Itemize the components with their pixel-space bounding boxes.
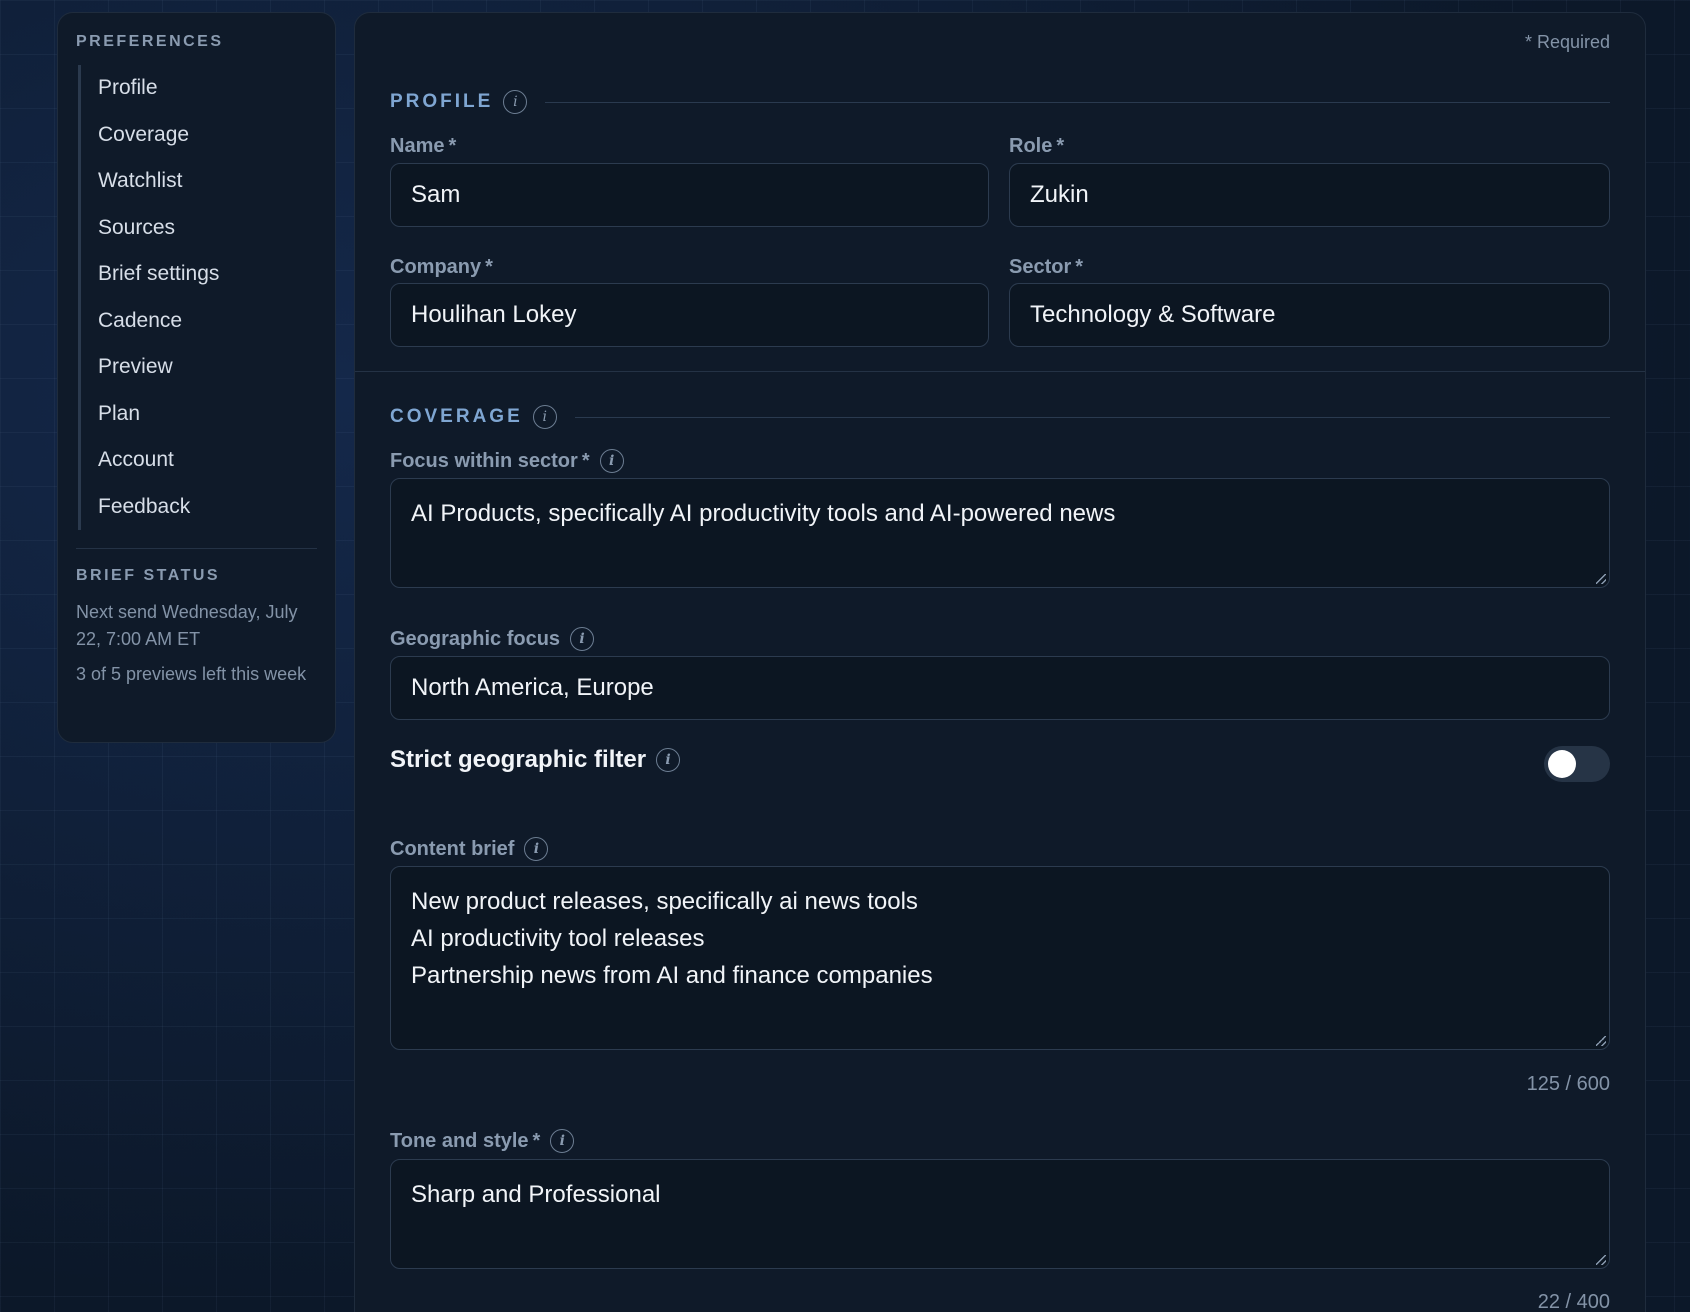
name-input[interactable]: Sam <box>390 163 989 227</box>
geo-input[interactable]: North America, Europe <box>390 656 1610 720</box>
company-label-text: Company <box>390 256 482 278</box>
coverage-section-title: COVERAGE <box>390 406 523 427</box>
sidebar-item-cadence[interactable]: Cadence <box>98 298 317 345</box>
info-icon[interactable]: i <box>524 837 549 861</box>
brief-status-heading: BRIEF STATUS <box>76 567 221 584</box>
sidebar-item-feedback[interactable]: Feedback <box>98 484 317 531</box>
coverage-section-header: COVERAGE i <box>390 405 1610 429</box>
resize-handle-icon[interactable] <box>1596 1255 1606 1265</box>
sector-value: Technology & Software <box>1030 301 1276 328</box>
info-icon[interactable]: i <box>550 1129 575 1153</box>
focus-label-text: Focus within sector <box>390 449 578 472</box>
tone-label-text: Tone and style <box>390 1129 529 1152</box>
required-marker: * <box>1075 256 1084 278</box>
info-icon[interactable]: i <box>503 90 528 114</box>
company-input[interactable]: Houlihan Lokey <box>390 283 989 347</box>
tone-value: Sharp and Professional <box>411 1181 661 1208</box>
strict-filter-text: Strict geographic filter <box>390 746 647 773</box>
brief-line: New product releases, specifically ai ne… <box>411 888 918 915</box>
geo-label: Geographic focus i <box>390 627 595 651</box>
next-send-status: Next send Wednesday, July 22, 7:00 AM ET <box>76 602 298 649</box>
sidebar-item-watchlist[interactable]: Watchlist <box>98 158 317 205</box>
brief-line: Partnership news from AI and finance com… <box>411 962 933 989</box>
resize-handle-icon[interactable] <box>1596 1036 1606 1046</box>
required-marker: * <box>448 135 457 157</box>
content-brief-text: Content brief <box>390 837 515 860</box>
sector-label: Sector * <box>1009 256 1083 279</box>
role-value: Zukin <box>1030 181 1089 208</box>
section-divider-line <box>545 101 1610 103</box>
strict-filter-label: Strict geographic filter i <box>390 746 681 774</box>
role-label-text: Role <box>1009 135 1053 157</box>
content-brief-textarea[interactable]: New product releases, specifically ai ne… <box>390 866 1610 1050</box>
focus-value: AI Products, specifically AI productivit… <box>411 500 1116 527</box>
name-label-text: Name <box>390 135 445 157</box>
sidebar-item-preview[interactable]: Preview <box>98 344 317 391</box>
strict-filter-toggle[interactable] <box>1544 746 1610 782</box>
section-divider-line <box>574 416 1610 418</box>
previews-left-status: 3 of 5 previews left this week <box>76 664 307 684</box>
tone-counter: 22 / 400 <box>1537 1291 1610 1312</box>
profile-section-title: PROFILE <box>390 91 494 112</box>
sidebar-item-brief-settings[interactable]: Brief settings <box>98 251 317 298</box>
sector-input[interactable]: Technology & Software <box>1009 283 1610 347</box>
section-divider <box>355 371 1645 372</box>
sidebar-item-plan[interactable]: Plan <box>98 391 317 438</box>
sector-label-text: Sector <box>1009 256 1072 278</box>
brief-line: AI productivity tool releases <box>411 925 705 952</box>
preferences-sidebar: PREFERENCES Profile Coverage Watchlist S… <box>57 12 336 743</box>
tone-textarea[interactable]: Sharp and Professional <box>390 1159 1610 1269</box>
focus-label: Focus within sector * i <box>390 449 624 473</box>
geo-value: North America, Europe <box>411 674 654 701</box>
tone-label: Tone and style * i <box>390 1129 575 1153</box>
profile-section-header: PROFILE i <box>390 90 1610 114</box>
required-marker: * <box>485 256 493 278</box>
info-icon[interactable]: i <box>599 449 624 473</box>
info-icon[interactable]: i <box>570 627 595 651</box>
required-marker: * <box>1056 135 1065 157</box>
focus-textarea[interactable]: AI Products, specifically AI productivit… <box>390 478 1610 588</box>
required-marker: * <box>581 449 590 472</box>
sidebar-item-account[interactable]: Account <box>98 437 317 484</box>
required-note: * Required <box>1524 32 1610 52</box>
company-value: Houlihan Lokey <box>411 301 577 328</box>
name-label: Name * <box>390 135 456 158</box>
sidebar-nav: Profile Coverage Watchlist Sources Brief… <box>78 65 317 530</box>
sidebar-divider <box>76 548 317 549</box>
sidebar-item-coverage[interactable]: Coverage <box>98 112 317 159</box>
geo-label-text: Geographic focus <box>390 627 561 650</box>
info-icon[interactable]: i <box>532 405 557 429</box>
company-label: Company * <box>390 256 493 279</box>
info-icon[interactable]: i <box>656 748 681 772</box>
content-brief-counter: 125 / 600 <box>1526 1073 1610 1095</box>
name-value: Sam <box>411 181 461 208</box>
sidebar-heading: PREFERENCES <box>76 33 224 50</box>
toggle-knob <box>1548 750 1576 778</box>
sidebar-item-sources[interactable]: Sources <box>98 205 317 252</box>
resize-handle-icon[interactable] <box>1596 574 1606 584</box>
preferences-form-panel: * Required PROFILE i Name * Sam Role * Zuk… <box>354 12 1646 1312</box>
content-brief-label: Content brief i <box>390 837 549 861</box>
required-marker: * <box>532 1129 541 1152</box>
role-label: Role * <box>1009 135 1064 158</box>
sidebar-item-profile[interactable]: Profile <box>98 65 317 112</box>
role-input[interactable]: Zukin <box>1009 163 1610 227</box>
